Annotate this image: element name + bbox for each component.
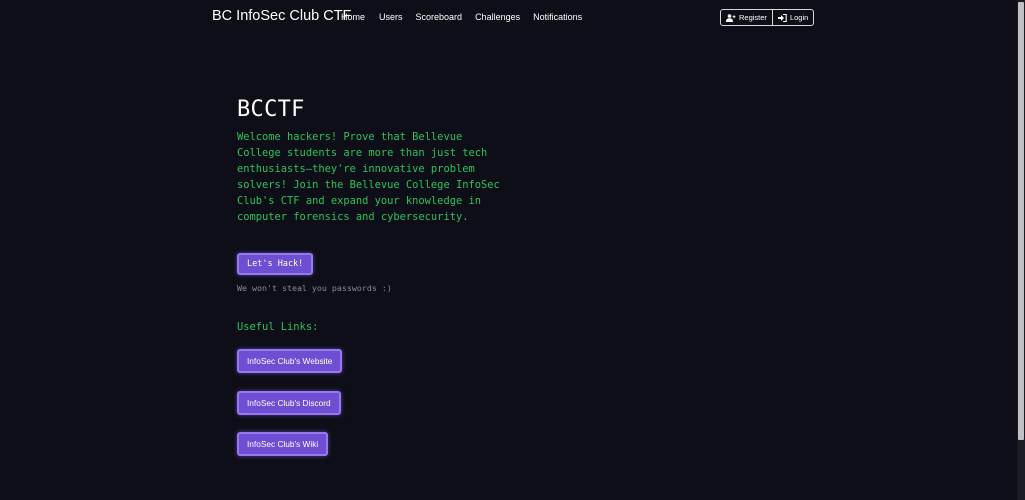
- page-title: BCCTF: [237, 97, 305, 122]
- lets-hack-button[interactable]: Let's Hack!: [237, 253, 314, 275]
- hero-section: BCCTF Welcome hackers! Prove that Bellev…: [237, 96, 517, 225]
- login-label: Login: [789, 13, 809, 22]
- infosec-wiki-button[interactable]: InfoSec Club's Wiki: [237, 432, 329, 456]
- nav-link-challenges[interactable]: Challenges: [475, 12, 520, 22]
- nav-link-home[interactable]: Home: [341, 12, 365, 22]
- welcome-text: Welcome hackers! Prove that Bellevue Col…: [237, 131, 500, 223]
- nav-link-notifications[interactable]: Notifications: [533, 12, 582, 22]
- register-button[interactable]: Register: [721, 10, 772, 25]
- nav-link-scoreboard[interactable]: Scoreboard: [416, 12, 463, 22]
- user-plus-icon: [726, 13, 736, 22]
- page: BC InfoSec Club CTF Home Users Scoreboar…: [0, 0, 1025, 500]
- sign-in-icon: [777, 13, 787, 22]
- register-label: Register: [739, 13, 767, 22]
- infosec-discord-button[interactable]: InfoSec Club's Discord: [237, 391, 341, 415]
- infosec-website-button[interactable]: InfoSec Club's Website: [237, 349, 343, 373]
- scrollbar-thumb[interactable]: [1018, 2, 1024, 440]
- login-button[interactable]: Login: [771, 10, 813, 25]
- nav-links: Home Users Scoreboard Challenges Notific…: [341, 12, 582, 22]
- auth-button-group: Register Login: [720, 9, 815, 26]
- useful-links-heading: Useful Links:: [237, 321, 319, 333]
- vertical-scrollbar[interactable]: [1017, 0, 1025, 500]
- password-note: We won't steal you passwords :): [237, 283, 392, 293]
- navbar: BC InfoSec Club CTF Home Users Scoreboar…: [0, 0, 1017, 35]
- nav-link-users[interactable]: Users: [379, 12, 403, 22]
- brand-link[interactable]: BC InfoSec Club CTF: [212, 8, 351, 24]
